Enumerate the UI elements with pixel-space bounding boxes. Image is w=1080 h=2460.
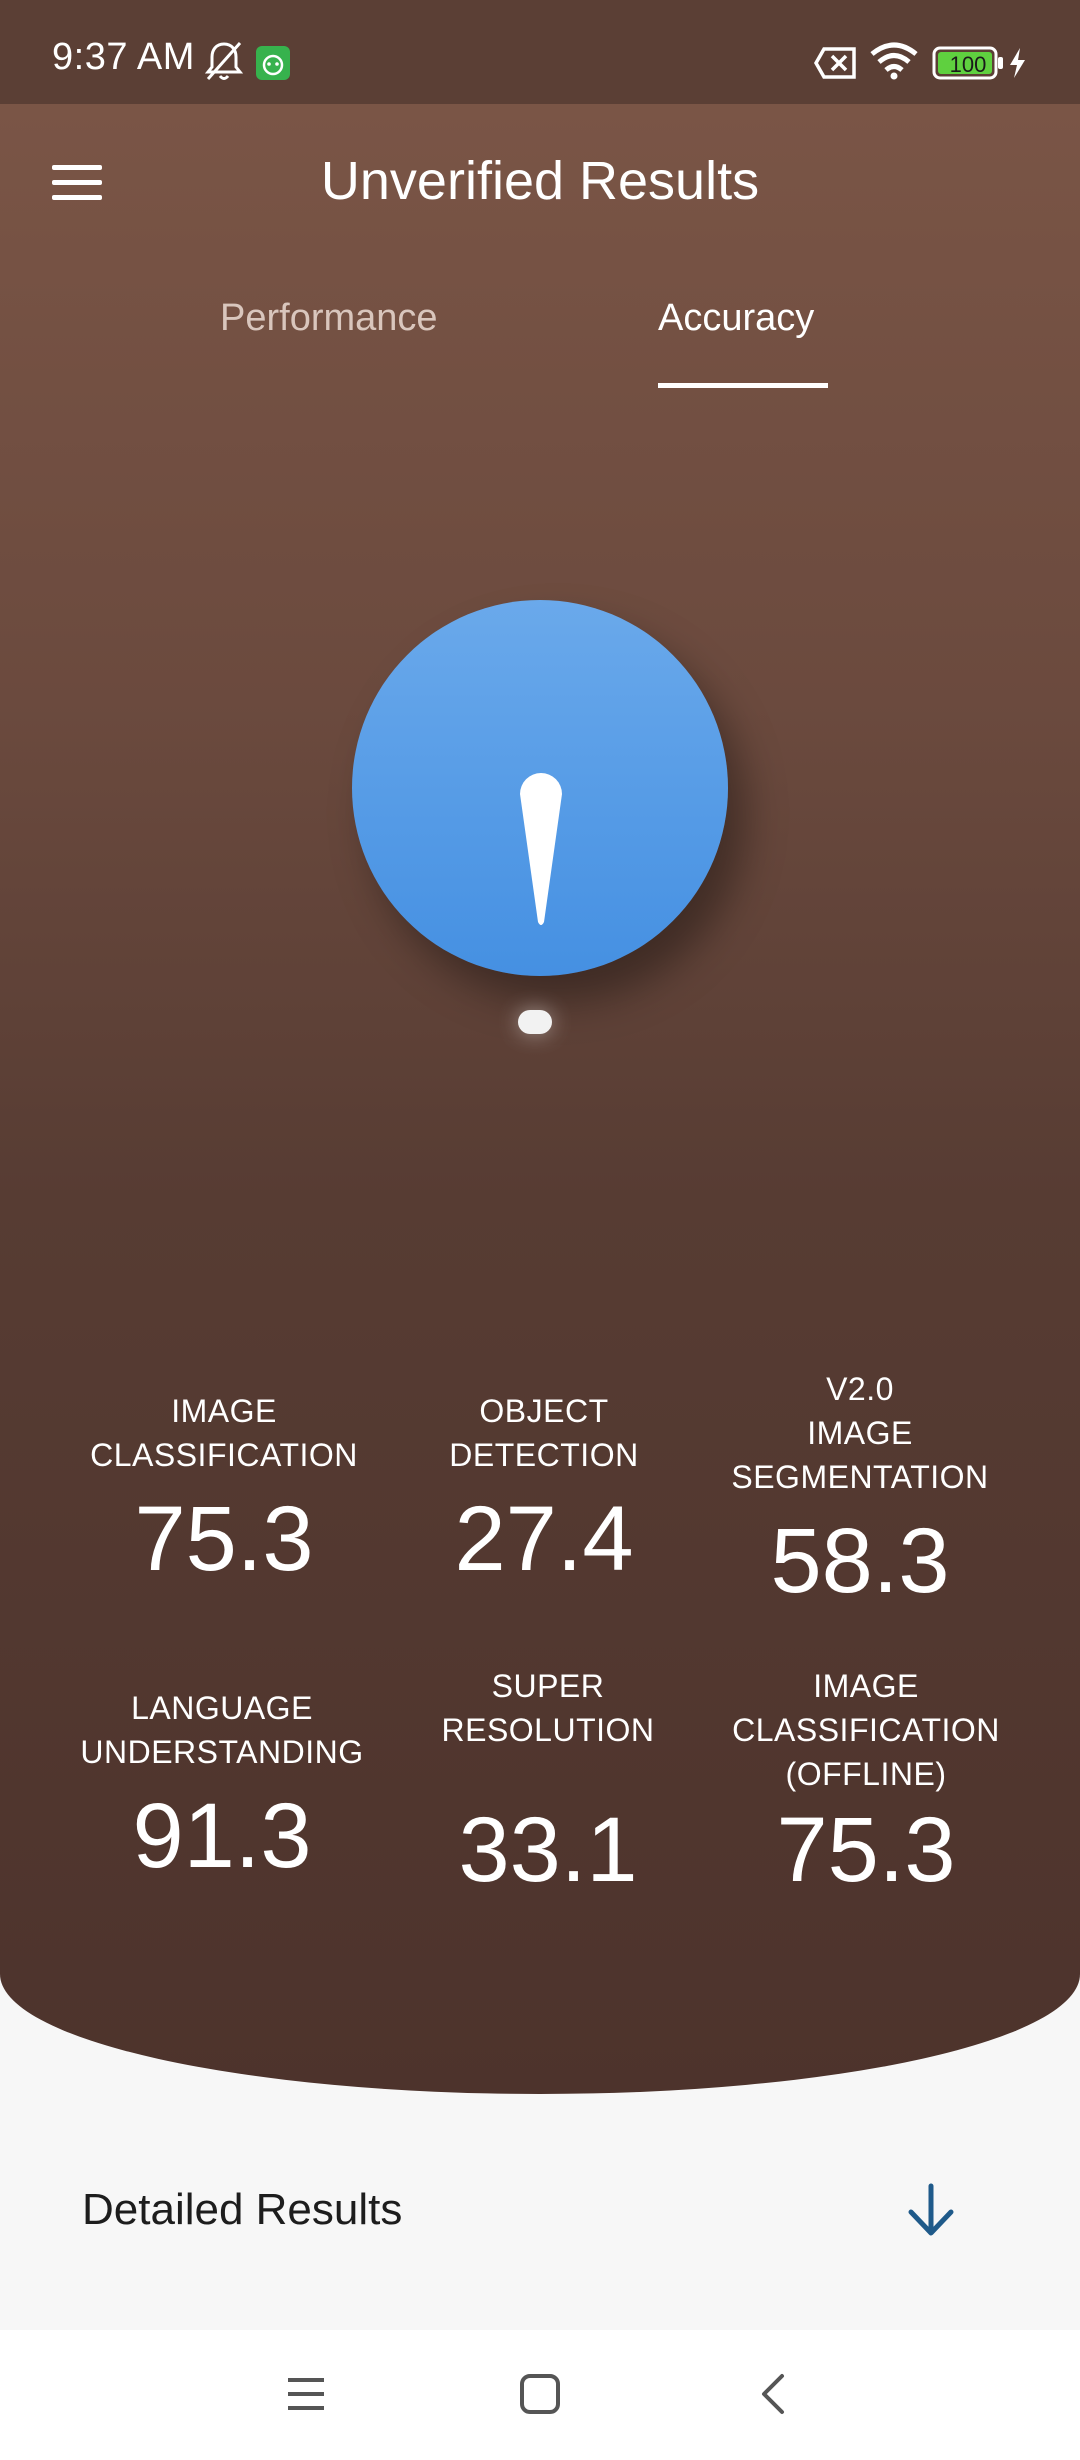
back-icon[interactable]: [752, 2372, 796, 2416]
metric-label: V2.0 IMAGE SEGMENTATION: [731, 1371, 989, 1495]
metric-value: 27.4: [454, 1488, 634, 1590]
status-bar: 9:37 AM 100: [0, 0, 1080, 104]
metric-value: 58.3: [770, 1510, 950, 1612]
gauge-needle: [520, 773, 562, 925]
metric-value: 75.3: [776, 1799, 956, 1901]
tab-accuracy[interactable]: Accuracy: [658, 297, 814, 340]
tab-performance[interactable]: Performance: [220, 297, 438, 340]
metric-value: 91.3: [132, 1785, 312, 1887]
arrow-down-icon[interactable]: [905, 2180, 957, 2240]
metric-label: SUPER RESOLUTION: [441, 1668, 655, 1748]
metric-image-classification-offline: IMAGE CLASSIFICATION (OFFLINE) 75.3: [706, 1664, 1026, 1900]
metric-language-understanding: LANGUAGE UNDERSTANDING 91.3: [62, 1686, 382, 1886]
home-icon[interactable]: [518, 2372, 562, 2416]
metric-value: 75.3: [134, 1488, 314, 1590]
metric-value: 33.1: [458, 1799, 638, 1901]
metric-super-resolution: SUPER RESOLUTION 33.1: [388, 1664, 708, 1900]
battery-level: 100: [949, 52, 987, 77]
android-app-icon: [256, 46, 290, 85]
detailed-results-label: Detailed Results: [82, 2185, 403, 2234]
bell-off-icon: [204, 40, 244, 87]
wifi-icon: [870, 42, 918, 85]
recents-icon[interactable]: [284, 2372, 328, 2416]
gauge-dot: [518, 1010, 552, 1034]
metric-label: OBJECT DETECTION: [449, 1393, 639, 1473]
page-title: Unverified Results: [320, 151, 760, 211]
navigation-bar: [0, 2330, 1080, 2460]
metric-label: IMAGE CLASSIFICATION (OFFLINE): [732, 1668, 1000, 1792]
metric-image-classification: IMAGE CLASSIFICATION 75.3: [64, 1389, 384, 1589]
detailed-results-row[interactable]: Detailed Results: [0, 2140, 1080, 2285]
sim-off-icon: [813, 46, 858, 85]
metric-object-detection: OBJECT DETECTION 27.4: [384, 1389, 704, 1589]
tab-selected-indicator: [658, 383, 828, 388]
charging-icon: [1006, 46, 1028, 85]
status-time: 9:37 AM: [52, 36, 195, 78]
metric-label: IMAGE CLASSIFICATION: [90, 1393, 358, 1473]
metric-image-segmentation: V2.0 IMAGE SEGMENTATION 58.3: [700, 1367, 1020, 1611]
metric-label: LANGUAGE UNDERSTANDING: [80, 1690, 364, 1770]
